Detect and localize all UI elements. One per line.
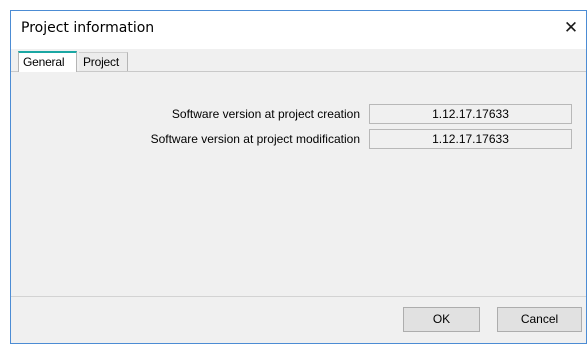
creation-version-row: Software version at project creation 1.1… (11, 104, 586, 124)
cancel-button[interactable]: Cancel (497, 307, 582, 332)
close-button[interactable]: ✕ (556, 11, 586, 45)
creation-version-label: Software version at project creation (171, 107, 360, 121)
general-tab-panel: Software version at project creation 1.1… (11, 71, 586, 297)
tab-general[interactable]: General (18, 51, 77, 72)
footer-divider (11, 296, 586, 297)
modification-version-label: Software version at project modification (150, 132, 360, 146)
close-icon: ✕ (563, 18, 579, 38)
ok-button[interactable]: OK (403, 307, 480, 332)
dialog-title: Project information (21, 20, 155, 36)
modification-version-row: Software version at project modification… (11, 129, 586, 149)
title-bar: Project information ✕ (11, 11, 586, 49)
modification-version-field: 1.12.17.17633 (369, 129, 572, 149)
project-information-dialog: Project information ✕ General Project So… (10, 10, 587, 344)
creation-version-field: 1.12.17.17633 (369, 104, 572, 124)
tab-project[interactable]: Project (79, 52, 128, 71)
